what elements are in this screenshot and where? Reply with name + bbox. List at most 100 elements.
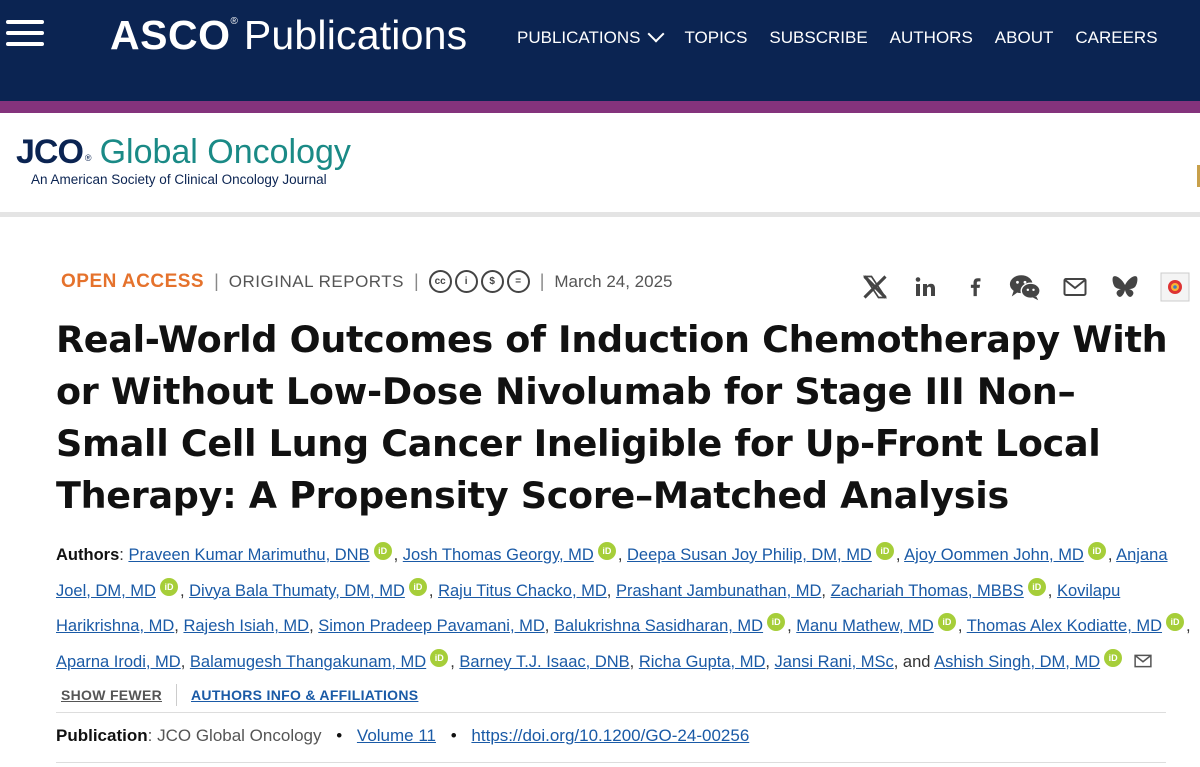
logo-light-text: Publications [243, 12, 468, 58]
author-link[interactable]: Josh Thomas Georgy, MD [403, 546, 594, 564]
author-separator: , [450, 652, 460, 671]
orcid-icon[interactable]: iD [373, 542, 392, 560]
author-link[interactable]: Ajoy Oommen John, MD [904, 546, 1084, 564]
authors-colon: : [119, 546, 124, 564]
author-link[interactable]: Aparna Irodi, MD [56, 653, 181, 671]
noncommercial-icon: $ [480, 270, 504, 293]
volume-link[interactable]: Volume 11 [357, 726, 436, 745]
top-navigation-bar: ASCO® Publications PUBLICATIONS TOPICS SU… [0, 0, 1200, 101]
author-link[interactable]: Zachariah Thomas, MBBS [831, 582, 1024, 600]
author-link[interactable]: Rajesh Isiah, MD [183, 617, 309, 635]
nav-subscribe[interactable]: SUBSCRIBE [769, 28, 867, 48]
article-meta: OPEN ACCESS | ORIGINAL REPORTS | cc i $ … [61, 270, 673, 293]
author-list: Authors: Praveen Kumar Marimuthu, DNB iD,… [56, 538, 1191, 681]
nav-about[interactable]: ABOUT [995, 28, 1054, 48]
nav-publications-label: PUBLICATIONS [517, 28, 641, 47]
author-link[interactable]: Simon Pradeep Pavamani, MD [318, 617, 545, 635]
bottom-divider [56, 762, 1166, 763]
nav-topics[interactable]: TOPICS [684, 28, 747, 48]
author-separator: , [1107, 546, 1117, 564]
facebook-share-icon[interactable] [958, 270, 992, 304]
bullet-separator: • [450, 726, 457, 745]
corresponding-author-email-icon[interactable] [1134, 646, 1152, 682]
separator: | [414, 271, 419, 291]
doi-link[interactable]: https://doi.org/10.1200/GO-24-00256 [471, 726, 749, 745]
author-separator: , [617, 546, 627, 564]
author-separator: , [1186, 617, 1191, 635]
author-separator: , [1047, 581, 1057, 600]
journal-logo[interactable]: JCO ® Global Oncology An American Society … [16, 132, 351, 187]
journal-registered-mark: ® [84, 153, 92, 163]
separator: | [214, 271, 219, 291]
author-separator: , [544, 617, 554, 635]
author-link[interactable]: Divya Bala Thumaty, DM, MD [189, 582, 405, 600]
orcid-icon[interactable]: iD [408, 577, 427, 596]
author-link[interactable]: Ashish Singh, DM, MD [934, 653, 1100, 671]
publication-info: Publication: JCO Global Oncology • Volum… [56, 726, 749, 746]
orcid-icon[interactable]: iD [1087, 542, 1106, 560]
main-nav: PUBLICATIONS TOPICS SUBSCRIBE AUTHORS AB… [517, 25, 1158, 48]
divider [176, 684, 177, 706]
header-divider [0, 212, 1200, 217]
author-link[interactable]: Prashant Jambunathan, MD [616, 582, 821, 600]
email-share-icon[interactable] [1058, 270, 1092, 304]
authors-label: Authors [56, 546, 120, 564]
creative-commons-icon: cc [428, 270, 452, 293]
author-separator: , [606, 581, 616, 600]
bluesky-share-icon[interactable] [1108, 270, 1142, 304]
author-link[interactable]: Deepa Susan Joy Philip, DM, MD [627, 546, 872, 564]
orcid-icon[interactable]: iD [1166, 613, 1185, 631]
no-derivatives-icon: = [506, 270, 530, 293]
author-separator: , [895, 546, 905, 564]
orcid-icon[interactable]: iD [159, 577, 178, 596]
author-separator: , [765, 652, 775, 671]
author-link[interactable]: Praveen Kumar Marimuthu, DNB [128, 546, 369, 564]
author-link[interactable]: Balamugesh Thangakunam, MD [190, 653, 426, 671]
bullet-separator: • [336, 726, 343, 745]
orcid-icon[interactable]: iD [1104, 648, 1123, 667]
author-controls: SHOW FEWER AUTHORS INFO & AFFILIATIONS [61, 684, 418, 706]
separator: | [539, 271, 545, 291]
logo-bold-text: ASCO [110, 12, 231, 58]
author-separator: , [821, 581, 831, 600]
nav-publications[interactable]: PUBLICATIONS [517, 25, 665, 48]
orcid-icon[interactable]: iD [875, 542, 894, 560]
authors-affiliations-link[interactable]: AUTHORS INFO & AFFILIATIONS [191, 687, 418, 703]
accent-stripe [0, 101, 1200, 113]
author-link[interactable]: Thomas Alex Kodiatte, MD [967, 617, 1162, 635]
nav-careers[interactable]: CAREERS [1075, 28, 1157, 48]
publication-label: Publication [56, 726, 148, 745]
orcid-icon[interactable]: iD [937, 613, 956, 631]
author-link[interactable]: Barney T.J. Isaac, DNB [459, 653, 629, 671]
linkedin-share-icon[interactable] [908, 270, 942, 304]
x-share-icon[interactable] [858, 270, 892, 304]
wechat-share-icon[interactable] [1008, 270, 1042, 304]
orcid-icon[interactable]: iD [430, 648, 449, 667]
author-separator: , [179, 581, 190, 600]
journal-abbrev: JCO [16, 133, 84, 171]
menu-icon[interactable] [6, 20, 44, 50]
altmetric-badge-icon[interactable] [1158, 270, 1192, 304]
author-link[interactable]: Jansi Rani, MSc [775, 653, 894, 671]
orcid-icon[interactable]: iD [597, 542, 616, 560]
journal-name: Global Oncology [99, 133, 351, 171]
publication-colon: : [147, 726, 153, 745]
author-separator: , [957, 617, 967, 635]
open-access-badge: OPEN ACCESS [61, 270, 205, 292]
logo-registered-mark: ® [230, 16, 238, 27]
chevron-down-icon [647, 25, 665, 43]
orcid-icon[interactable]: iD [767, 613, 786, 631]
attribution-icon: i [454, 270, 478, 293]
journal-subtitle: An American Society of Clinical Oncology… [31, 172, 327, 187]
author-link[interactable]: Balukrishna Sasidharan, MD [554, 617, 763, 635]
article-type: ORIGINAL REPORTS [228, 271, 404, 291]
license-icons[interactable]: cc i $ = [428, 270, 530, 293]
article-title: Real-World Outcomes of Induction Chemoth… [56, 318, 1168, 517]
show-fewer-button[interactable]: SHOW FEWER [61, 687, 162, 703]
orcid-icon[interactable]: iD [1027, 577, 1046, 596]
asco-publications-logo[interactable]: ASCO® Publications [110, 12, 467, 59]
author-link[interactable]: Raju Titus Chacko, MD [438, 582, 607, 600]
nav-authors[interactable]: AUTHORS [890, 28, 973, 48]
author-link[interactable]: Richa Gupta, MD [639, 653, 766, 671]
author-link[interactable]: Manu Mathew, MD [796, 617, 934, 635]
